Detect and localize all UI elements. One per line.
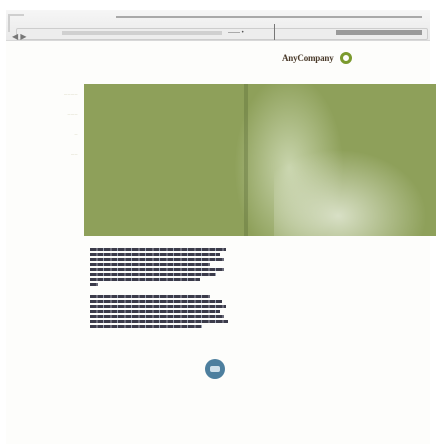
article-body xyxy=(90,248,230,337)
side-nav: ———— ——— — —— xyxy=(30,92,78,172)
paragraph xyxy=(90,295,230,328)
logo-text: AnyCompany xyxy=(282,53,334,63)
text-line xyxy=(90,248,226,251)
title-bar-line xyxy=(116,16,422,18)
url-text[interactable] xyxy=(62,31,222,35)
text-line xyxy=(90,320,228,323)
nav-item-4[interactable]: —— xyxy=(30,152,78,172)
circle-arrow-icon[interactable] xyxy=(205,359,225,379)
text-line xyxy=(90,273,216,276)
text-line xyxy=(90,310,220,313)
hero-stem xyxy=(244,84,248,236)
text-line xyxy=(90,315,224,318)
nav-item-1[interactable]: ———— xyxy=(30,92,78,112)
toolbar-middle-label: —— • xyxy=(228,30,244,36)
toolbar-divider xyxy=(274,24,275,40)
hero-highlight-lower xyxy=(274,144,434,236)
ring-icon xyxy=(339,52,352,64)
text-line xyxy=(90,300,222,303)
text-line xyxy=(90,263,210,266)
text-line xyxy=(90,268,224,271)
nav-arrows[interactable]: ◀ ▶ xyxy=(12,32,27,41)
text-line xyxy=(90,283,98,286)
text-line xyxy=(90,258,224,261)
text-line xyxy=(90,253,220,256)
text-line xyxy=(90,278,200,281)
browser-toolbar: ◀ ▶ —— • xyxy=(6,10,430,41)
nav-item-2[interactable]: ——— xyxy=(30,112,78,132)
text-line xyxy=(90,295,210,298)
text-line xyxy=(90,325,202,328)
button-glyph xyxy=(210,366,220,372)
company-logo[interactable]: AnyCompany xyxy=(282,48,352,68)
hero-image xyxy=(84,84,436,236)
paragraph xyxy=(90,248,230,286)
toolbar-right-buttons[interactable] xyxy=(336,30,422,35)
nav-item-3[interactable]: — xyxy=(30,132,78,152)
text-line xyxy=(90,305,226,308)
